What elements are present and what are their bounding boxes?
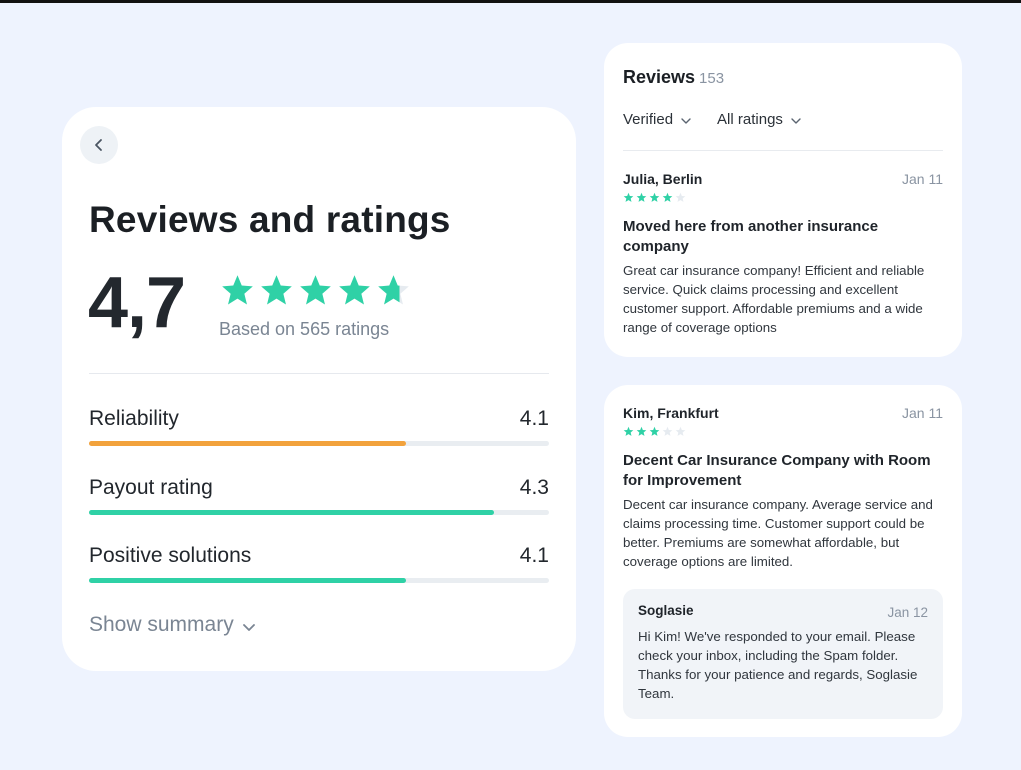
divider [623,150,943,151]
overall-stars [220,273,411,308]
star-icon [339,275,370,305]
review-headline: Decent Car Insurance Company with Room f… [623,452,931,489]
show-summary-label: Show summary [89,613,234,636]
review-item: Kim, Frankfurt Jan 11 Decent Car Insuran… [623,405,943,571]
review-body: Decent car insurance company. Average se… [623,497,933,569]
star-icon [636,426,647,436]
review-stars [623,192,943,203]
filter-label: All ratings [717,111,783,128]
review-filters: Verified All ratings [623,111,801,128]
chevron-down-icon [242,623,255,631]
metric-value: 4.3 [519,476,549,499]
company-reply: Soglasie Jan 12 Hi Kim! We've responded … [623,589,943,719]
star-icon [675,192,686,202]
review-body: Great car insurance company! Efficient a… [623,263,925,335]
star-icon [662,192,673,202]
page-title: Reviews and ratings [89,199,451,240]
star-icon [222,275,253,305]
reply-author: Soglasie [638,603,694,618]
metric-bar-track [89,441,549,446]
reviews-count: 153 [699,70,725,87]
metric-value: 4.1 [519,407,549,430]
star-icon [649,426,660,436]
filter-verified[interactable]: Verified [623,111,691,128]
filter-label: Verified [623,111,674,128]
review-card: Kim, Frankfurt Jan 11 Decent Car Insuran… [604,385,962,737]
metric-bar-fill [89,510,494,515]
chevron-left-icon [95,139,102,151]
metric-reliability: Reliability 4.1 [89,407,549,451]
review-author: Julia, Berlin [623,171,703,187]
star-icon [623,426,634,436]
star-icon [300,275,331,305]
reviews-list-card: Reviews 153 Verified All ratings Julia, B… [604,43,962,357]
star-icon [261,275,292,305]
divider [89,373,549,374]
review-author: Kim, Frankfurt [623,405,719,421]
metric-bar-fill [89,441,407,446]
metric-bar-fill [89,578,407,583]
show-summary-button[interactable]: Show summary [89,613,256,637]
metric-bar-track [89,510,549,515]
metric-label: Positive solutions [89,544,252,567]
review-stars [623,426,943,437]
metric-payout-rating: Payout rating 4.3 [89,476,549,520]
ratings-card: Reviews and ratings 4,7 Based on 565 rat… [62,107,576,671]
review-date: Jan 11 [902,171,943,187]
ratings-count: Based on 565 ratings [219,319,390,339]
reviews-heading: Reviews 153 [623,67,724,88]
star-icon [623,192,634,202]
star-icon [378,275,409,305]
overall-score: 4,7 [88,263,186,343]
review-date: Jan 11 [902,405,943,421]
metric-positive-solutions: Positive solutions 4.1 [89,544,549,588]
star-icon [649,192,660,202]
star-icon [675,426,686,436]
review-headline: Moved here from another insurance compan… [623,218,879,255]
review-item: Julia, Berlin Jan 11 Moved here from ano… [623,171,943,337]
metric-label: Reliability [89,407,179,430]
star-icon [662,426,673,436]
metric-label: Payout rating [89,476,213,499]
chevron-down-icon [791,117,801,124]
star-icon [636,192,647,202]
reviews-title: Reviews [623,67,696,87]
back-button[interactable] [80,126,118,164]
filter-all-ratings[interactable]: All ratings [717,111,801,128]
reply-date: Jan 12 [887,605,928,620]
metric-bar-track [89,578,549,583]
metric-value: 4.1 [519,544,549,567]
reply-body: Hi Kim! We've responded to your email. P… [638,629,918,701]
chevron-down-icon [681,117,691,124]
